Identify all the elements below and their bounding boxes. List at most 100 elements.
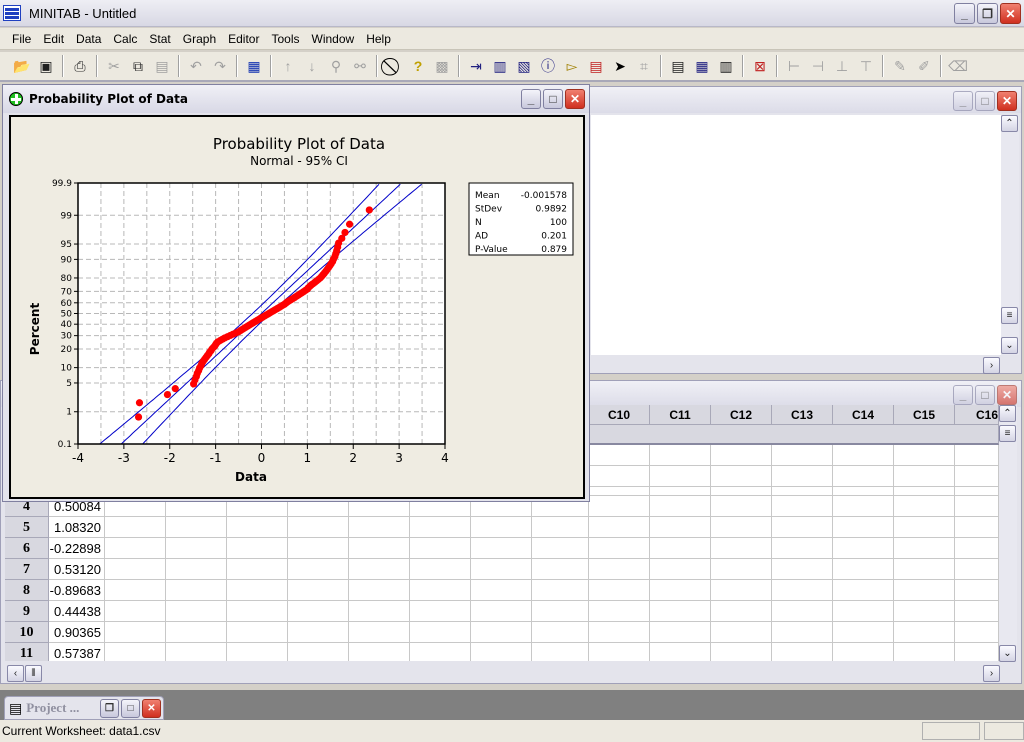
table-cell[interactable] — [711, 466, 772, 487]
menu-help[interactable]: Help — [366, 32, 391, 46]
column-header-c15[interactable]: C15 — [894, 405, 955, 425]
table-cell[interactable] — [227, 643, 288, 661]
table-cell[interactable]: -0.22898 — [49, 538, 105, 559]
eraser-icon[interactable]: ⌫ — [947, 55, 969, 77]
minimize-button[interactable]: _ — [954, 3, 975, 24]
table-cell[interactable] — [532, 601, 589, 622]
table-cell[interactable] — [227, 559, 288, 580]
row-header[interactable]: 6 — [5, 538, 49, 559]
row-header[interactable]: 7 — [5, 559, 49, 580]
table-cell[interactable] — [955, 559, 999, 580]
up-arrow-icon[interactable]: ↑ — [277, 55, 299, 77]
table-cell[interactable] — [589, 538, 650, 559]
table-cell[interactable]: -0.89683 — [49, 580, 105, 601]
table-cell[interactable] — [471, 580, 532, 601]
table-cell[interactable] — [227, 580, 288, 601]
close-button[interactable]: ✕ — [1000, 3, 1021, 24]
horizontal-scroll-thumb[interactable]: ⦀ — [25, 665, 42, 682]
table-cell[interactable] — [166, 559, 227, 580]
table-cell[interactable] — [772, 517, 833, 538]
table-cell[interactable] — [349, 601, 410, 622]
report-pad-icon[interactable]: ▤ — [585, 55, 607, 77]
table-cell[interactable] — [589, 643, 650, 661]
scroll-thumb[interactable]: ≡ — [999, 425, 1016, 442]
table-cell[interactable] — [471, 517, 532, 538]
table-cell[interactable] — [532, 559, 589, 580]
row-header[interactable]: 8 — [5, 580, 49, 601]
related-docs-icon[interactable]: ➤ — [609, 55, 631, 77]
table-cell[interactable] — [833, 517, 894, 538]
find-icon[interactable]: ⚲ — [325, 55, 347, 77]
table-cell[interactable] — [650, 601, 711, 622]
table-cell[interactable] — [288, 601, 349, 622]
graph-minimize-button[interactable]: _ — [521, 89, 541, 109]
table-cell[interactable] — [288, 538, 349, 559]
table-cell[interactable] — [833, 643, 894, 661]
worksheet-icon[interactable]: ▥ — [489, 55, 511, 77]
edit-tool-icon[interactable]: ⊤ — [855, 55, 877, 77]
graph-window-icon[interactable]: ▧ — [513, 55, 535, 77]
table-cell[interactable] — [955, 580, 999, 601]
table-cell[interactable] — [955, 466, 999, 487]
table-cell[interactable] — [894, 580, 955, 601]
scroll-up-button[interactable]: ⌃ — [999, 405, 1016, 422]
worksheet-maximize-button[interactable]: □ — [975, 385, 995, 405]
table-cell[interactable] — [349, 538, 410, 559]
column-header-c16[interactable]: C16 — [955, 405, 999, 425]
save-icon[interactable]: ▣ — [35, 55, 57, 77]
table-cell[interactable] — [105, 538, 166, 559]
table-cell[interactable] — [955, 622, 999, 643]
down-arrow-icon[interactable]: ↓ — [301, 55, 323, 77]
scroll-down-button[interactable]: ⌄ — [1001, 337, 1018, 354]
table-cell[interactable] — [105, 559, 166, 580]
table-cell[interactable]: 1.08320 — [49, 517, 105, 538]
table-cell[interactable] — [349, 580, 410, 601]
table-cell[interactable] — [105, 643, 166, 661]
print-icon[interactable]: ⎙ — [69, 55, 91, 77]
data-window-icon[interactable]: ▦ — [691, 55, 713, 77]
table-cell[interactable] — [166, 622, 227, 643]
table-cell[interactable] — [410, 580, 471, 601]
table-cell[interactable] — [894, 559, 955, 580]
table-cell[interactable] — [650, 496, 711, 517]
table-cell[interactable] — [894, 538, 955, 559]
session-window-icon[interactable]: ▦ — [243, 55, 265, 77]
table-cell[interactable] — [105, 601, 166, 622]
table-cell[interactable] — [650, 643, 711, 661]
worksheet-vertical-scrollbar[interactable]: ⌃ ≡ ⌄ — [999, 405, 1017, 662]
table-cell[interactable] — [532, 538, 589, 559]
graph-close-button[interactable]: ✕ — [565, 89, 585, 109]
project-manager-minimized[interactable]: ▤ Project ... ❐ □ ✕ — [4, 696, 164, 720]
column-header-c11[interactable]: C11 — [650, 405, 711, 425]
copy-icon[interactable]: ⧉ — [127, 55, 149, 77]
menu-editor[interactable]: Editor — [228, 32, 259, 46]
table-cell[interactable] — [772, 559, 833, 580]
table-cell[interactable] — [288, 559, 349, 580]
table-cell[interactable] — [532, 580, 589, 601]
table-cell[interactable] — [894, 466, 955, 487]
table-cell[interactable] — [471, 538, 532, 559]
session-vertical-scrollbar[interactable]: ⌃ ≡ ⌄ — [1001, 115, 1019, 355]
history-icon[interactable]: ▻ — [561, 55, 583, 77]
menu-tools[interactable]: Tools — [271, 32, 299, 46]
graph-plot-area[interactable]: Probability Plot of Data Normal - 95% CI… — [9, 115, 585, 499]
column-header-c12[interactable]: C12 — [711, 405, 772, 425]
project-maximize-button[interactable]: □ — [121, 698, 140, 718]
restore-button[interactable]: ❐ — [977, 3, 998, 24]
append-icon[interactable]: ⇥ — [465, 55, 487, 77]
table-cell[interactable] — [589, 622, 650, 643]
table-cell[interactable]: 0.90365 — [49, 622, 105, 643]
menu-stat[interactable]: Stat — [149, 32, 170, 46]
table-cell[interactable] — [166, 538, 227, 559]
menu-edit[interactable]: Edit — [43, 32, 64, 46]
table-cell[interactable] — [349, 559, 410, 580]
table-cell[interactable] — [650, 445, 711, 466]
table-cell[interactable] — [105, 622, 166, 643]
table-cell[interactable] — [227, 538, 288, 559]
table-cell[interactable] — [105, 580, 166, 601]
scroll-up-button[interactable]: ⌃ — [1001, 115, 1018, 132]
session-minimize-button[interactable]: _ — [953, 91, 973, 111]
open-icon[interactable]: 📂 — [11, 55, 33, 77]
table-cell[interactable] — [288, 622, 349, 643]
menu-file[interactable]: File — [12, 32, 31, 46]
